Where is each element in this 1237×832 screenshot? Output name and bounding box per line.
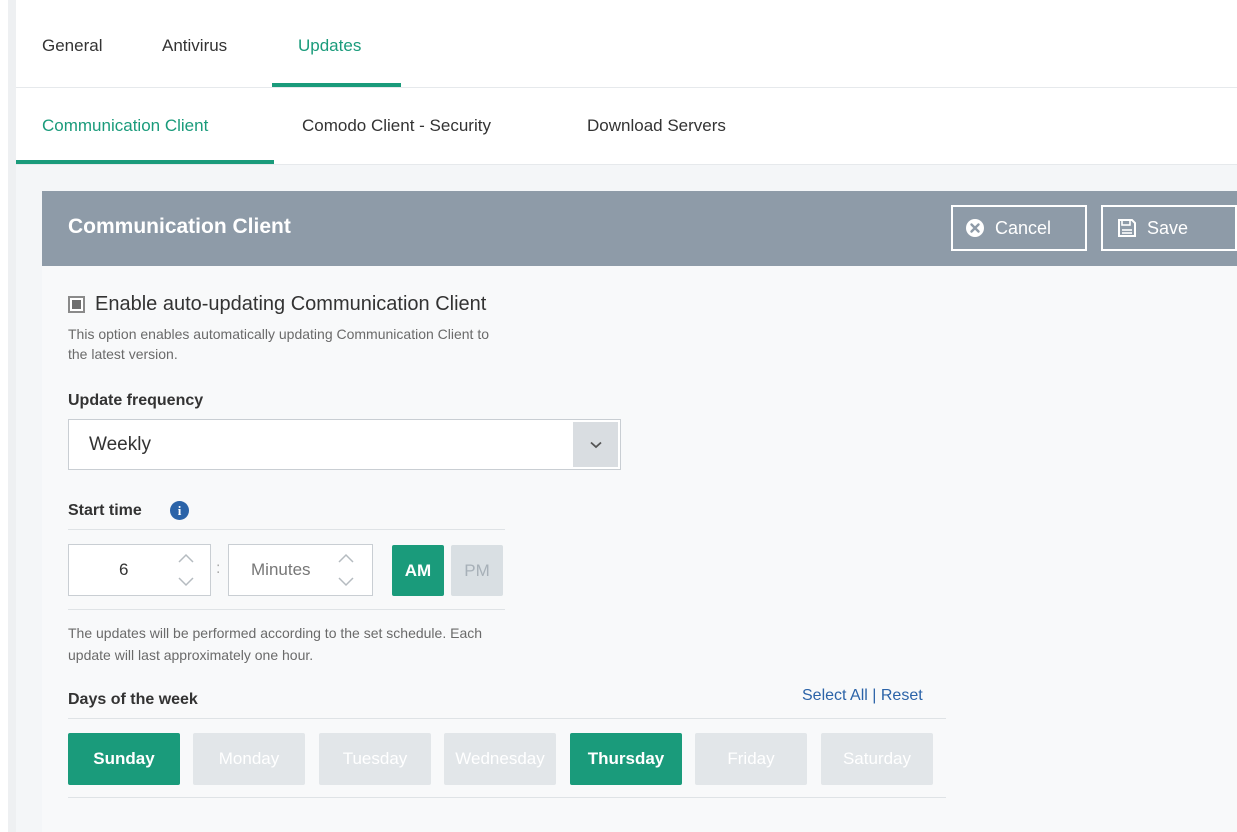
schedule-note-line1: The updates will be performed according … (68, 625, 483, 641)
day-monday[interactable]: Monday (193, 733, 305, 785)
pm-button[interactable]: PM (451, 545, 503, 596)
update-frequency-value: Weekly (89, 434, 151, 455)
update-frequency-select[interactable]: Weekly (68, 419, 621, 470)
save-button[interactable]: Save (1101, 205, 1237, 251)
panel-header: Communication Client Cancel Save (42, 191, 1237, 266)
day-saturday[interactable]: Saturday (821, 733, 933, 785)
left-rail (0, 0, 16, 832)
tab-general[interactable]: General (42, 36, 102, 56)
tab-updates[interactable]: Updates (298, 36, 361, 56)
auto-update-help-line2: the latest version. (68, 346, 178, 362)
day-sunday[interactable]: Sunday (68, 733, 180, 785)
minutes-placeholder: Minutes (251, 560, 311, 579)
select-all-link[interactable]: Select All (802, 687, 868, 704)
divider (68, 529, 505, 530)
tab-communication-client[interactable]: Communication Client (42, 116, 208, 136)
auto-update-option: Enable auto-updating Communication Clien… (68, 293, 486, 316)
sub-tabs: Communication Client Comodo Client - Sec… (16, 88, 1237, 165)
days-of-week-label: Days of the week (68, 691, 198, 708)
auto-update-checkbox[interactable] (68, 296, 85, 313)
tab-comodo-client-security[interactable]: Comodo Client - Security (302, 116, 491, 136)
schedule-note-line2: update will last approximately one hour. (68, 647, 314, 663)
active-subtab-indicator (16, 160, 274, 164)
auto-update-help-line1: This option enables automatically updati… (68, 326, 490, 342)
day-thursday[interactable]: Thursday (570, 733, 682, 785)
day-selection-links: Select All | Reset (802, 687, 923, 705)
day-wednesday[interactable]: Wednesday (444, 733, 556, 785)
link-separator: | (872, 687, 877, 704)
update-frequency-label: Update frequency (68, 392, 204, 409)
checkbox-mark (72, 300, 81, 309)
stepper-arrows-icon[interactable] (175, 549, 197, 591)
divider (68, 797, 946, 798)
reset-link[interactable]: Reset (881, 687, 923, 704)
panel-title: Communication Client (68, 215, 291, 238)
time-separator: : (216, 560, 221, 577)
cancel-button[interactable]: Cancel (951, 205, 1087, 251)
save-label: Save (1147, 217, 1189, 238)
day-friday[interactable]: Friday (695, 733, 807, 785)
save-icon (1117, 218, 1137, 238)
divider (68, 718, 946, 719)
auto-update-label: Enable auto-updating Communication Clien… (95, 293, 487, 315)
cancel-label: Cancel (995, 217, 1052, 238)
close-circle-icon (965, 218, 985, 238)
tab-antivirus[interactable]: Antivirus (162, 36, 227, 56)
divider (68, 609, 505, 610)
am-button[interactable]: AM (392, 545, 444, 596)
start-time-label: Start time (68, 502, 142, 519)
active-tab-indicator (272, 83, 401, 87)
day-tuesday[interactable]: Tuesday (319, 733, 431, 785)
minutes-stepper[interactable]: Minutes (228, 544, 373, 596)
hour-stepper[interactable]: 6 (68, 544, 211, 596)
info-icon[interactable]: i (170, 501, 189, 520)
top-tabs: General Antivirus Updates (16, 12, 1237, 88)
stepper-arrows-icon[interactable] (335, 549, 357, 591)
tab-download-servers[interactable]: Download Servers (587, 116, 726, 136)
hour-value: 6 (119, 560, 129, 579)
chevron-down-icon[interactable] (573, 422, 618, 467)
